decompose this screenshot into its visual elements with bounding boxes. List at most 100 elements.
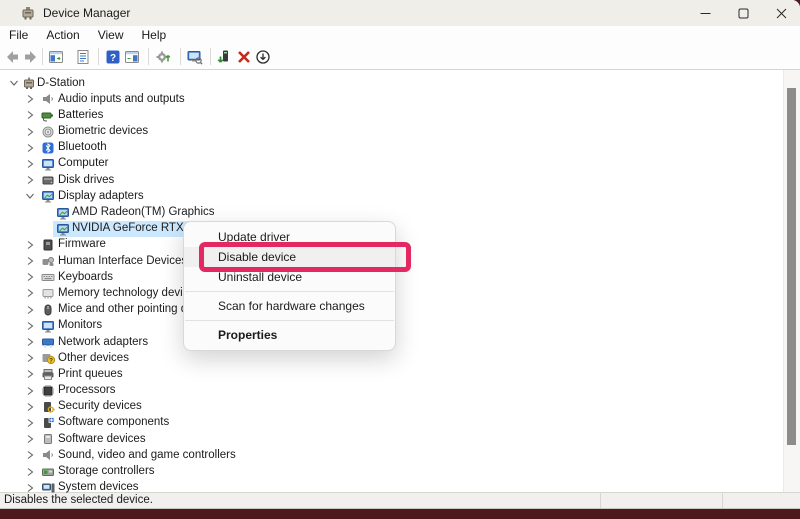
tree-item-storage-controllers[interactable]: Storage controllers [0, 464, 800, 480]
computer-monitor-icon[interactable] [186, 48, 203, 65]
battery-icon [41, 108, 55, 122]
chevron-right-icon[interactable] [25, 110, 35, 120]
chevron-down-icon[interactable] [25, 191, 35, 201]
update-driver-icon[interactable] [216, 48, 233, 65]
maximize-button[interactable] [724, 0, 762, 26]
tree-item-label: Software devices [58, 433, 146, 445]
chevron-right-icon[interactable] [25, 256, 35, 266]
properties-icon[interactable] [74, 48, 91, 65]
tree-item-monitors[interactable]: Monitors [0, 318, 800, 334]
chevron-right-icon[interactable] [25, 353, 35, 363]
software-box-icon [41, 432, 55, 446]
tree-item-label: NVIDIA GeForce RTX 30 [72, 222, 200, 234]
tree-item-memory-technology-devices[interactable]: Memory technology devices [0, 285, 800, 301]
display-icon [41, 189, 55, 203]
chevron-right-icon[interactable] [25, 143, 35, 153]
tree-item-label: System devices [58, 481, 139, 493]
annotation-highlight-box [199, 242, 411, 272]
tree-item-computer[interactable]: Computer [0, 156, 800, 172]
chevron-right-icon[interactable] [25, 337, 35, 347]
processor-icon [41, 384, 55, 398]
titlebar[interactable]: Device Manager [0, 0, 800, 26]
chevron-right-icon[interactable] [25, 402, 35, 412]
tree-item-processors[interactable]: Processors [0, 383, 800, 399]
tree-item-label: Monitors [58, 319, 102, 331]
tree-item-disk-drives[interactable]: Disk drives [0, 172, 800, 188]
tree-item-label: Storage controllers [58, 465, 155, 477]
tree-item-other-devices[interactable]: ?Other devices [0, 350, 800, 366]
menu-view[interactable]: View [89, 26, 133, 44]
svg-text:?: ? [49, 358, 53, 365]
tree-item-d-station[interactable]: D-Station [0, 75, 800, 91]
memory-icon [41, 286, 55, 300]
chevron-right-icon[interactable] [25, 288, 35, 298]
tree-item-batteries[interactable]: Batteries [0, 107, 800, 123]
chevron-right-icon[interactable] [25, 127, 35, 137]
chevron-right-icon[interactable] [25, 386, 35, 396]
chevron-right-icon[interactable] [25, 94, 35, 104]
menu-file[interactable]: File [0, 26, 37, 44]
minimize-button[interactable] [686, 0, 724, 26]
hid-icon [41, 254, 55, 268]
disable-circle-icon[interactable] [254, 48, 271, 65]
action-pane-icon[interactable] [123, 48, 140, 65]
context-menu-separator [185, 320, 394, 321]
tree-item-amd-radeon-tm-graphics[interactable]: AMD Radeon(TM) Graphics [0, 205, 800, 221]
tree-item-network-adapters[interactable]: Network adapters [0, 334, 800, 350]
chevron-right-icon[interactable] [25, 418, 35, 428]
menubar: FileActionViewHelp [0, 26, 800, 44]
context-menu-item-scan-for-hardware-changes[interactable]: Scan for hardware changes [184, 296, 395, 316]
chevron-right-icon[interactable] [25, 240, 35, 250]
tree-item-biometric-devices[interactable]: Biometric devices [0, 124, 800, 140]
tree-item-mice-and-other-pointing-devices[interactable]: Mice and other pointing devices [0, 302, 800, 318]
close-button[interactable] [762, 0, 800, 26]
tree-item-print-queues[interactable]: Print queues [0, 366, 800, 382]
tree-item-sound-video-and-game-controllers[interactable]: Sound, video and game controllers [0, 447, 800, 463]
tree-item-label: Display adapters [58, 190, 144, 202]
console-tree-icon[interactable] [47, 48, 64, 65]
computer-chip-icon [22, 76, 36, 90]
window-title: Device Manager [43, 6, 130, 20]
chevron-right-icon[interactable] [25, 305, 35, 315]
tree-item-label: Keyboards [58, 271, 113, 283]
tree-item-display-adapters[interactable]: Display adapters [0, 188, 800, 204]
scan-gear-icon[interactable] [154, 48, 171, 65]
uninstall-x-icon[interactable] [235, 48, 252, 65]
toolbar-separator [210, 48, 211, 65]
chevron-right-icon[interactable] [25, 467, 35, 477]
tree-item-software-devices[interactable]: Software devices [0, 431, 800, 447]
tree-item-software-components[interactable]: Software components [0, 415, 800, 431]
vertical-scrollbar-thumb[interactable] [787, 88, 796, 445]
tree-item-audio-inputs-and-outputs[interactable]: Audio inputs and outputs [0, 91, 800, 107]
menu-help[interactable]: Help [133, 26, 176, 44]
tree-item-nvidia-geforce-rtx-30[interactable]: NVIDIA GeForce RTX 30 [0, 221, 800, 237]
chevron-down-icon[interactable] [9, 78, 19, 88]
disk-icon [41, 173, 55, 187]
speaker-icon [41, 448, 55, 462]
chevron-right-icon[interactable] [25, 369, 35, 379]
chevron-right-icon[interactable] [25, 159, 35, 169]
toolbar-separator [180, 48, 181, 65]
tree-item-bluetooth[interactable]: Bluetooth [0, 140, 800, 156]
tree-item-security-devices[interactable]: Security devices [0, 399, 800, 415]
menu-action[interactable]: Action [37, 26, 88, 44]
forward-icon[interactable] [22, 48, 39, 65]
back-icon[interactable] [3, 48, 20, 65]
tree-item-label: Bluetooth [58, 141, 107, 153]
security-key-icon [41, 400, 55, 414]
chevron-right-icon[interactable] [25, 321, 35, 331]
chevron-right-icon[interactable] [25, 175, 35, 185]
context-menu-item-properties[interactable]: Properties [184, 325, 395, 345]
statusbar: Disables the selected device. [0, 492, 800, 509]
chevron-right-icon[interactable] [25, 450, 35, 460]
display-icon [56, 222, 70, 236]
mouse-icon [41, 303, 55, 317]
component-icon [41, 416, 55, 430]
help-icon[interactable]: ? [104, 48, 121, 65]
chevron-right-icon[interactable] [25, 272, 35, 282]
desktop-background: Device Manager FileActionViewHelp ? D-St… [0, 0, 800, 519]
tree-item-label: Network adapters [58, 336, 148, 348]
tree-item-label: Disk drives [58, 174, 114, 186]
window-controls [686, 0, 800, 26]
chevron-right-icon[interactable] [25, 434, 35, 444]
